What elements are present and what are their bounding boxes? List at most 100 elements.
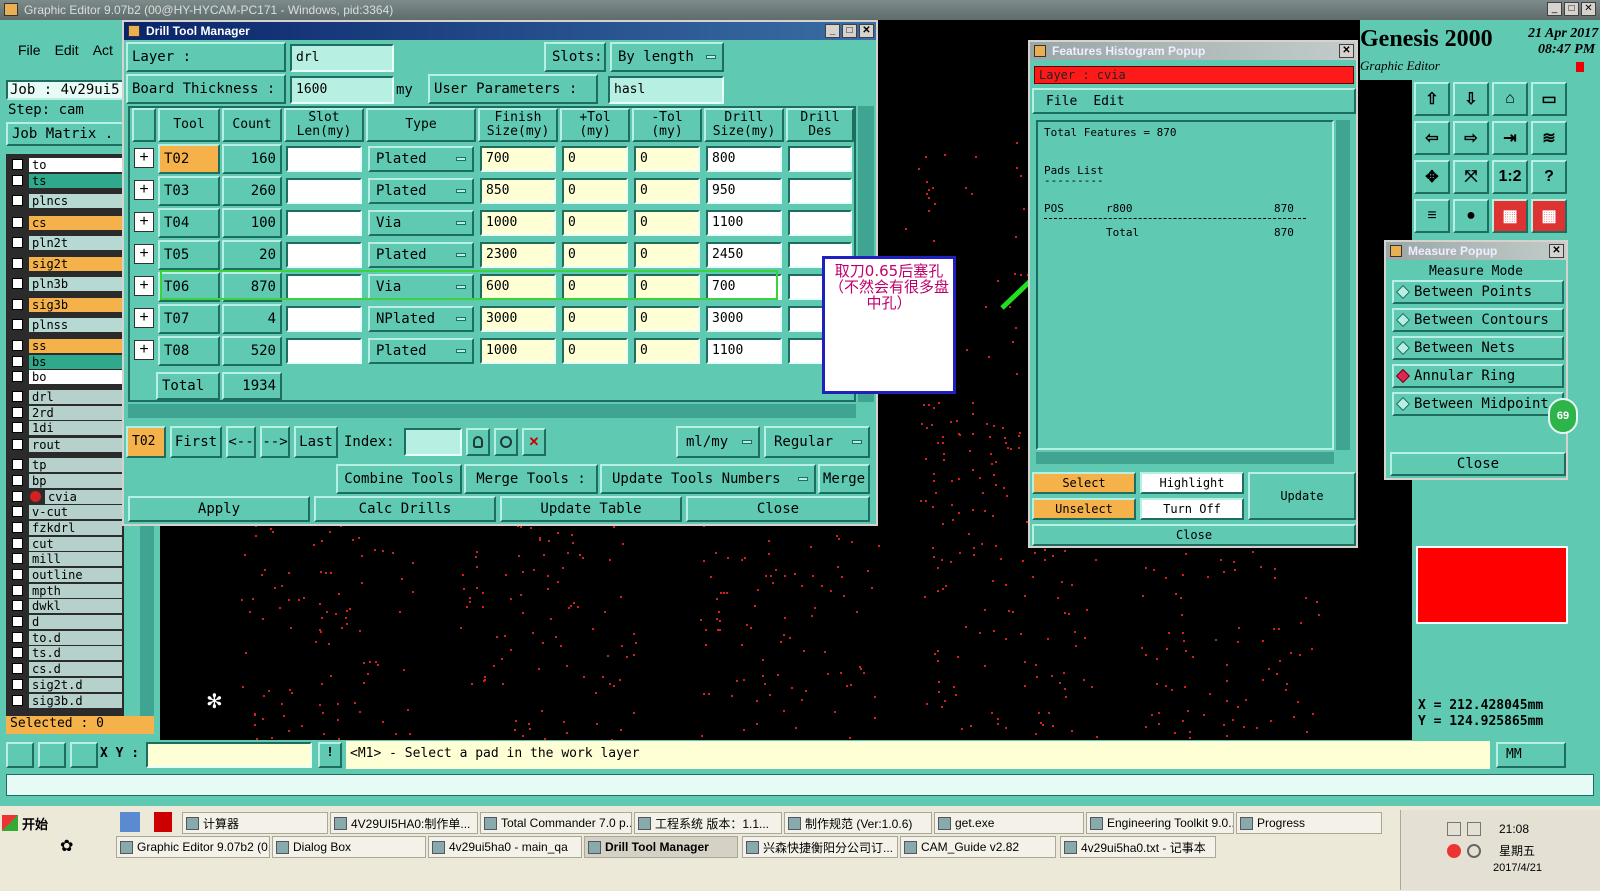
layer-checkbox[interactable] — [12, 695, 23, 706]
minus-tol-input[interactable]: 0 — [634, 242, 700, 268]
layer-row-fzkdrl[interactable]: fzkdrl — [10, 520, 122, 535]
layer-row-sig3b[interactable]: sig3b — [10, 297, 122, 312]
highlight-button[interactable]: Highlight — [1140, 472, 1244, 494]
layer-row-plncs[interactable]: plncs — [10, 193, 122, 208]
taskbar-item[interactable]: 4V29UI5HA0:制作单... — [330, 812, 478, 834]
layer-checkbox[interactable] — [12, 217, 23, 228]
taskbar-item[interactable]: 兴森快捷衡阳分公司订... — [742, 836, 898, 858]
toolbar-button-icon-2[interactable]: ⇩ — [1453, 82, 1489, 116]
layer-row-pln3b[interactable]: pln3b — [10, 276, 122, 291]
drill-size-input[interactable]: 950 — [706, 178, 782, 204]
type-select[interactable]: Plated — [368, 242, 474, 268]
drill-close-button[interactable]: Close — [686, 496, 870, 522]
taskbar-item[interactable]: Graphic Editor 9.07b2 (0... — [116, 836, 270, 858]
expand-row-icon[interactable]: + — [134, 340, 154, 360]
drill-des-input[interactable] — [788, 146, 852, 172]
slot-length-input[interactable] — [286, 210, 362, 236]
select-button[interactable]: Select — [1032, 472, 1136, 494]
layer-checkbox[interactable] — [12, 475, 23, 486]
close-icon[interactable]: ✕ — [1581, 2, 1596, 16]
table-hscroll[interactable] — [128, 404, 856, 418]
first-button[interactable]: First — [170, 426, 222, 458]
layer-row-outline[interactable]: outline — [10, 567, 122, 582]
expand-row-icon[interactable]: + — [134, 276, 154, 296]
plus-tol-input[interactable]: 0 — [562, 338, 628, 364]
layer-row-drl[interactable]: drl — [10, 389, 122, 404]
toolbar-button-icon-11[interactable]: 1:2 — [1492, 160, 1528, 194]
toolbar-button-icon-8[interactable]: ≋ — [1531, 121, 1567, 155]
combine-tools-button[interactable]: Combine Tools — [336, 464, 462, 494]
toolbar-button-icon-12[interactable]: ? — [1531, 160, 1567, 194]
minus-tol-input[interactable]: 0 — [634, 306, 700, 332]
refresh-icon[interactable] — [494, 428, 518, 456]
quick-launch-icon[interactable]: ✿ — [60, 836, 84, 856]
slot-length-input[interactable] — [286, 242, 362, 268]
toolbar-button-icon-15[interactable]: ▦ — [1492, 199, 1528, 233]
layer-row-sig2t[interactable]: sig2t — [10, 256, 122, 271]
layer-input[interactable]: drl — [290, 44, 394, 72]
toolbar-button-icon-9[interactable]: ✥ — [1414, 160, 1450, 194]
slot-length-input[interactable] — [286, 178, 362, 204]
minus-tol-input[interactable]: 0 — [634, 146, 700, 172]
tray-volume-icon[interactable] — [1467, 844, 1481, 858]
last-button[interactable]: Last — [294, 426, 338, 458]
alert-button[interactable]: ! — [318, 742, 342, 768]
layer-checkbox[interactable] — [12, 632, 23, 643]
layer-row-cs.d[interactable]: cs.d — [10, 661, 122, 676]
drill-maximize-icon[interactable]: □ — [842, 24, 857, 38]
layer-row-to[interactable]: to — [10, 157, 122, 172]
measure-option-4[interactable]: Annular Ring — [1392, 364, 1564, 388]
taskbar-item[interactable]: get.exe — [934, 812, 1084, 834]
menu-file[interactable]: File — [18, 42, 41, 58]
minimize-icon[interactable]: _ — [1547, 2, 1562, 16]
layer-row-mill[interactable]: mill — [10, 551, 122, 566]
histogram-menu-edit[interactable]: Edit — [1093, 94, 1124, 109]
drill-size-input[interactable]: 3000 — [706, 306, 782, 332]
taskbar-item[interactable]: 4v29ui5ha0 - main_qa — [428, 836, 582, 858]
calc-drills-button[interactable]: Calc Drills — [314, 496, 496, 522]
type-select[interactable]: Plated — [368, 178, 474, 204]
board-thickness-input[interactable]: 1600 — [290, 76, 394, 104]
drill-size-input[interactable]: 2450 — [706, 242, 782, 268]
histogram-close-button[interactable]: Close — [1032, 524, 1356, 546]
expand-row-icon[interactable]: + — [134, 148, 154, 168]
floating-badge[interactable]: 69 — [1548, 398, 1578, 434]
measure-tool-icon[interactable] — [38, 742, 66, 768]
finish-size-input[interactable]: 1000 — [480, 338, 556, 364]
toolbar-button-icon-7[interactable]: ⇥ — [1492, 121, 1528, 155]
plus-tol-input[interactable]: 0 — [562, 178, 628, 204]
layer-checkbox[interactable] — [12, 371, 23, 382]
toolbar-button-icon-6[interactable]: ⇨ — [1453, 121, 1489, 155]
update-button[interactable]: Update — [1248, 472, 1356, 520]
user-parameters-input[interactable]: hasl — [608, 76, 724, 104]
layer-checkbox[interactable] — [12, 522, 23, 533]
layer-row-ts[interactable]: ts — [10, 173, 122, 188]
tray-signal-icon[interactable] — [1467, 822, 1481, 836]
measure-close-icon[interactable]: ✕ — [1549, 244, 1564, 258]
layer-row-1di[interactable]: 1di — [10, 420, 122, 435]
histogram-close-icon[interactable]: ✕ — [1339, 44, 1354, 58]
layer-checkbox[interactable] — [12, 299, 23, 310]
minus-tol-input[interactable]: 0 — [634, 338, 700, 364]
toolbar-button-icon-5[interactable]: ⇦ — [1414, 121, 1450, 155]
layer-row-cvia[interactable]: cvia — [10, 489, 122, 504]
toolbar-button-icon-16[interactable]: ▦ — [1531, 199, 1567, 233]
layer-checkbox[interactable] — [12, 422, 23, 433]
layer-checkbox[interactable] — [12, 491, 23, 502]
layer-row-mpth[interactable]: mpth — [10, 583, 122, 598]
maximize-icon[interactable]: □ — [1564, 2, 1579, 16]
measure-option-1[interactable]: Between Points — [1392, 280, 1564, 304]
expand-row-icon[interactable]: + — [134, 308, 154, 328]
layer-checkbox[interactable] — [12, 319, 23, 330]
drill-size-input[interactable]: 1100 — [706, 338, 782, 364]
measure-option-3[interactable]: Between Nets — [1392, 336, 1564, 360]
unselect-button[interactable]: Unselect — [1032, 498, 1136, 520]
layer-row-to.d[interactable]: to.d — [10, 630, 122, 645]
layer-checkbox[interactable] — [12, 459, 23, 470]
ql-folder-icon[interactable] — [120, 812, 140, 832]
toolbar-button-icon-13[interactable]: ≡ — [1414, 199, 1450, 233]
measure-close-button[interactable]: Close — [1390, 452, 1566, 476]
toolbar-button-icon-14[interactable]: ● — [1453, 199, 1489, 233]
layer-row-cs[interactable]: cs — [10, 215, 122, 230]
toolbar-button-icon-10[interactable]: ⤧ — [1453, 160, 1489, 194]
